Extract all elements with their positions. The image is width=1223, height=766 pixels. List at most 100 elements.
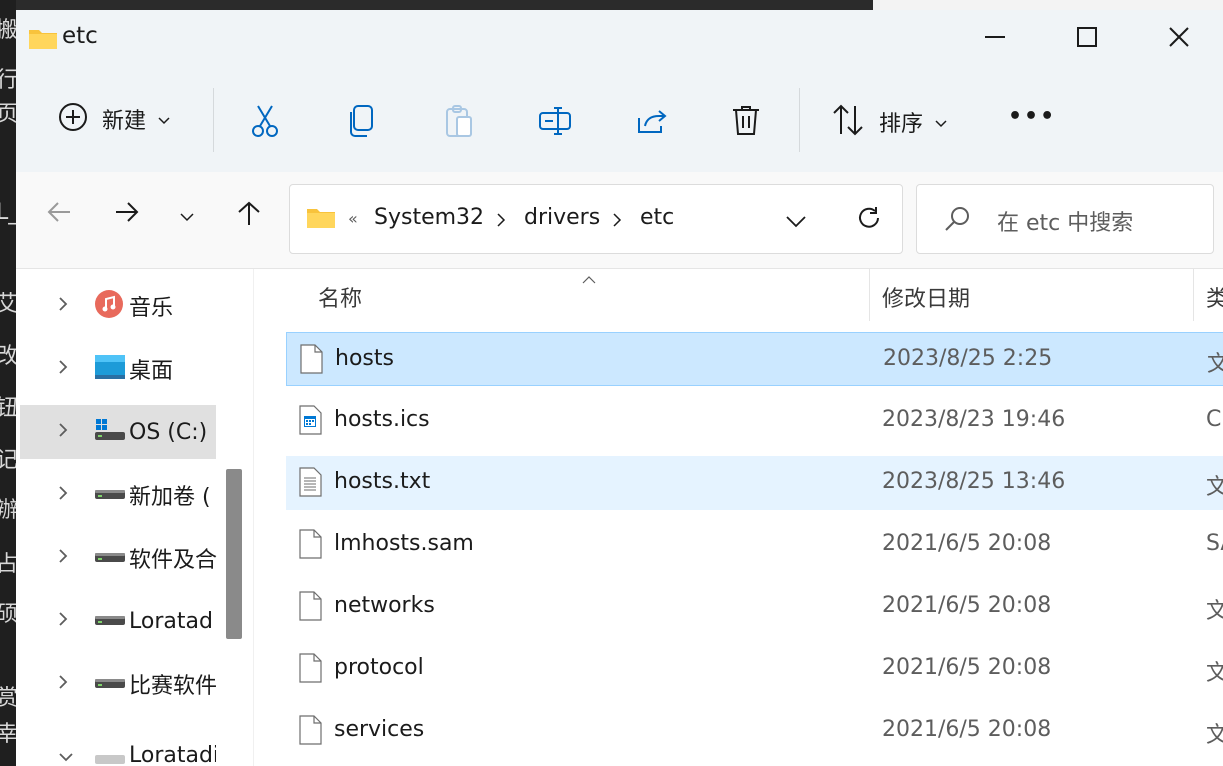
sidebar-item-desktop[interactable]: 桌面 xyxy=(20,342,216,396)
file-row-networks[interactable]: networks 2021/6/5 20:08 文 xyxy=(286,580,1223,634)
chevron-right-icon xyxy=(58,611,68,631)
background-char: 占 xyxy=(0,552,16,577)
sidebar-item-label: 桌面 xyxy=(129,359,174,384)
chevron-right-icon xyxy=(612,209,622,234)
forward-button[interactable] xyxy=(114,200,140,228)
background-char: 钮 xyxy=(0,396,16,421)
breadcrumb-etc[interactable]: etc xyxy=(640,205,674,230)
cut-button[interactable] xyxy=(250,104,280,142)
file-list: 名称 修改日期 类 hosts 2023/8/25 2:25 文 hosts.i… xyxy=(254,269,1223,766)
navigation-bar: « System32 drivers etc 在 etc 中搜索 xyxy=(16,172,1223,269)
close-button[interactable] xyxy=(1133,10,1223,68)
background-char: 记 xyxy=(0,448,16,473)
column-header-name[interactable]: 名称 xyxy=(318,269,362,325)
file-name: networks xyxy=(334,593,435,618)
plus-circle-icon xyxy=(58,102,88,136)
chevron-right-icon xyxy=(496,209,506,234)
rename-button[interactable] xyxy=(538,106,572,140)
address-bar[interactable]: « System32 drivers etc xyxy=(289,184,903,254)
new-button[interactable]: 新建 xyxy=(58,102,170,136)
sort-label: 排序 xyxy=(879,112,924,137)
background-char: 改 xyxy=(0,344,16,369)
refresh-icon[interactable] xyxy=(856,205,882,235)
file-date: 2021/6/5 20:08 xyxy=(882,717,1052,742)
file-row-services[interactable]: services 2021/6/5 20:08 文 xyxy=(286,704,1223,758)
sidebar-item-volume-5[interactable]: Loratadin xyxy=(20,743,216,766)
maximize-button[interactable] xyxy=(1041,10,1133,68)
title-bar: etc xyxy=(16,10,1223,68)
background-char: 行 xyxy=(0,68,16,93)
chevron-down-icon xyxy=(158,110,170,129)
drive-icon xyxy=(94,543,126,573)
paste-button xyxy=(444,104,474,142)
background-char: 页 xyxy=(0,102,16,127)
column-separator[interactable] xyxy=(1193,269,1194,321)
sidebar-item-os-c[interactable]: OS (C:) xyxy=(20,405,216,459)
file-date: 2023/8/25 2:25 xyxy=(883,346,1053,371)
background-char: L_ xyxy=(0,200,16,225)
file-name: protocol xyxy=(334,655,424,680)
recent-locations-button[interactable] xyxy=(180,208,194,227)
sidebar-scrollbar-thumb[interactable] xyxy=(226,469,242,639)
column-separator[interactable] xyxy=(869,269,870,321)
sidebar-item-label: OS (C:) xyxy=(129,419,208,445)
file-name: services xyxy=(334,717,425,742)
file-type: 文 xyxy=(1206,661,1223,686)
chevron-right-icon xyxy=(58,359,68,379)
maximize-icon xyxy=(1076,26,1098,52)
minimize-icon xyxy=(984,26,1006,52)
file-row-protocol[interactable]: protocol 2021/6/5 20:08 文 xyxy=(286,642,1223,696)
sort-button[interactable]: 排序 xyxy=(831,104,947,140)
sort-icon xyxy=(831,104,865,140)
background-char: 搬 xyxy=(0,18,16,43)
windows-drive-icon xyxy=(94,417,126,447)
up-button[interactable] xyxy=(236,200,262,230)
background-char: 硕 xyxy=(0,602,16,627)
breadcrumb-overflow[interactable]: « xyxy=(348,209,358,228)
breadcrumb-drivers[interactable]: drivers xyxy=(524,205,600,230)
breadcrumb-system32[interactable]: System32 xyxy=(374,205,484,230)
file-row-hosts-ics[interactable]: hosts.ics 2023/8/23 19:46 C xyxy=(286,394,1223,448)
sidebar-item-label: 新加卷 ( xyxy=(129,485,211,510)
file-type: 文 xyxy=(1207,352,1223,377)
file-type: 文 xyxy=(1206,599,1223,624)
sidebar-item-label: Loratadin xyxy=(129,743,216,766)
more-options-button[interactable]: ••• xyxy=(1008,104,1056,129)
sidebar-item-label: 音乐 xyxy=(129,296,174,321)
file-name: hosts.ics xyxy=(334,407,430,432)
sidebar-item-label: 比赛软件 xyxy=(129,674,218,699)
file-row-hosts-txt[interactable]: hosts.txt 2023/8/25 13:46 文 xyxy=(286,456,1223,510)
address-history-dropdown[interactable] xyxy=(786,213,806,232)
delete-button[interactable] xyxy=(731,104,761,140)
search-icon xyxy=(943,205,971,237)
sort-ascending-icon xyxy=(582,269,596,288)
file-date: 2021/6/5 20:08 xyxy=(882,655,1052,680)
back-button[interactable] xyxy=(46,200,72,228)
sidebar-item-volume-4[interactable]: 比赛软件 xyxy=(20,657,218,711)
window-title: etc xyxy=(62,23,98,49)
file-date: 2023/8/25 13:46 xyxy=(882,469,1066,494)
search-placeholder: 在 etc 中搜索 xyxy=(997,211,1134,236)
file-row-lmhosts-sam[interactable]: lmhosts.sam 2021/6/5 20:08 SA xyxy=(286,518,1223,572)
column-header-date[interactable]: 修改日期 xyxy=(882,269,970,325)
minimize-button[interactable] xyxy=(949,10,1041,68)
chevron-right-icon xyxy=(58,485,68,505)
folder-icon xyxy=(306,205,336,233)
sidebar-item-volume-3[interactable]: Loratad xyxy=(20,594,216,648)
sidebar-item-volume-1[interactable]: 新加卷 ( xyxy=(20,468,216,522)
new-label: 新建 xyxy=(102,109,147,134)
drive-icon xyxy=(94,669,126,699)
desktop-icon xyxy=(94,354,126,384)
drive-icon xyxy=(94,606,126,636)
sidebar-item-volume-2[interactable]: 软件及合 xyxy=(20,531,217,585)
share-button[interactable] xyxy=(635,106,667,140)
file-row-hosts[interactable]: hosts 2023/8/25 2:25 文 xyxy=(286,332,1223,386)
chevron-right-icon xyxy=(58,548,68,568)
column-header-type[interactable]: 类 xyxy=(1206,269,1223,325)
copy-button[interactable] xyxy=(348,104,376,142)
search-box[interactable]: 在 etc 中搜索 xyxy=(916,184,1214,254)
file-name: hosts xyxy=(335,346,394,371)
chevron-right-icon xyxy=(58,422,68,442)
text-file-icon xyxy=(298,467,322,501)
sidebar-item-music[interactable]: 音乐 xyxy=(20,279,216,333)
